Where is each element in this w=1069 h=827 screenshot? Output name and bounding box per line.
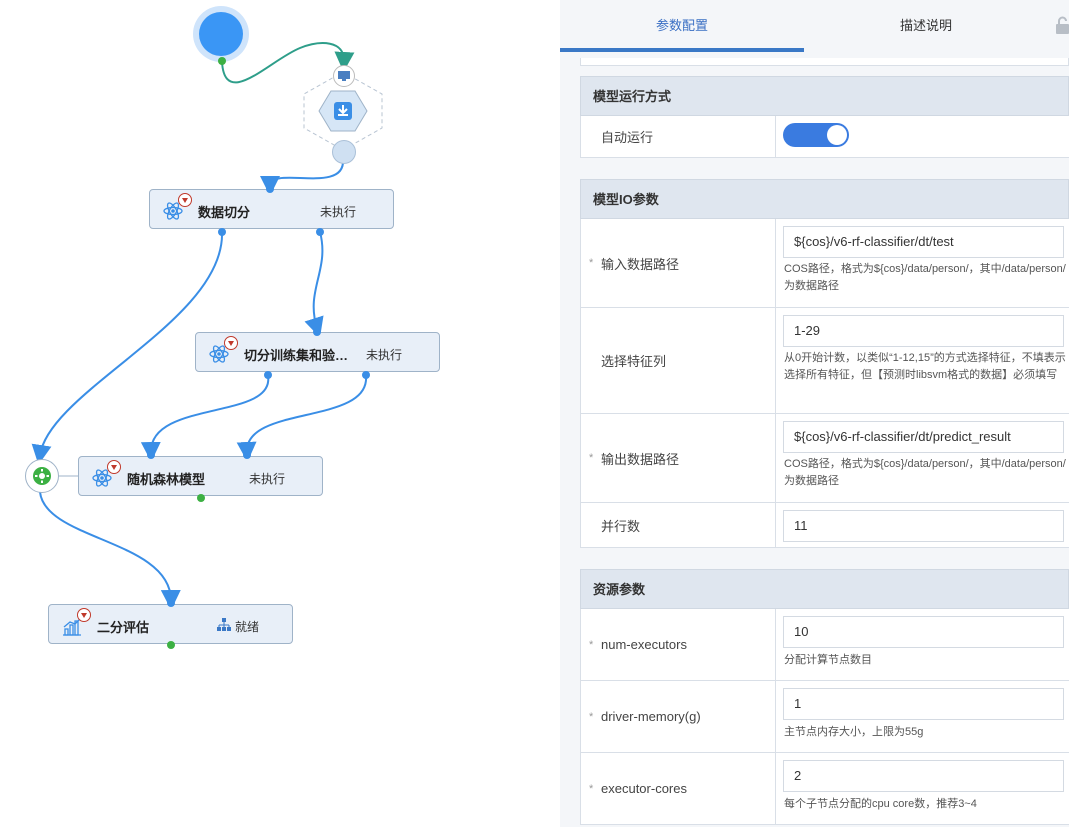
num-executors-field[interactable]: 10 [783,616,1064,648]
executor-cores-hint: 每个子节点分配的cpu core数，推荐3~4 [784,798,977,810]
pipeline-edges [31,42,383,610]
node-title: 切分训练集和验… [244,348,349,363]
input-port[interactable] [313,328,321,336]
parallel-label: 并行数 [601,518,641,534]
monitor-icon [333,65,355,87]
edge-gear-to-eval [39,491,181,610]
required-asterisk: * [589,452,594,464]
tab-params[interactable]: 参数配置 [560,0,804,52]
spark-badge-icon [107,460,121,474]
spark-badge-icon [77,608,91,622]
driver-memory-hint: 主节点内存大小，上限为55g [784,726,924,738]
start-node[interactable] [193,6,249,62]
lock-icon[interactable] [1056,16,1069,39]
row-executor-cores: * executor-cores 2 每个子节点分配的cpu core数，推荐3~… [580,753,1069,825]
num-executors-hint: 分配计算节点数目 [784,654,872,666]
node-random-forest[interactable]: 随机森林模型 未执行 [78,456,323,496]
data-source-output-port[interactable] [332,140,356,164]
parallel-field[interactable]: 11 [783,510,1064,542]
required-asterisk: * [589,710,594,723]
row-input-path: * 输入数据路径 ${cos}/v6-rf-classifier/dt/test … [580,219,1069,308]
node-title: 二分评估 [97,620,150,635]
node-status: 未执行 [366,348,403,362]
output-port[interactable] [167,641,175,649]
executor-cores-field[interactable]: 2 [783,760,1064,792]
node-train-val-split[interactable]: 切分训练集和验… 未执行 [195,332,440,372]
output-port-left[interactable] [218,228,226,236]
input-path-hint: COS路径，格式为${cos}/data/person/，其中/data/per… [784,263,1066,292]
output-path-hint: COS路径，格式为${cos}/data/person/，其中/data/per… [784,458,1066,487]
features-label: 选择特征列 [601,354,667,369]
data-source-node[interactable] [318,90,368,132]
required-asterisk: * [589,638,594,651]
node-title: 随机森林模型 [127,472,206,487]
num-executors-label: num-executors [601,637,687,652]
features-field[interactable]: 1-29 [783,315,1064,347]
required-asterisk: * [589,257,594,269]
row-auto-run: 自动运行 [580,116,1069,158]
toggle-knob [827,125,847,145]
input-port-right[interactable] [243,451,251,459]
input-path-label: 输入数据路径 [601,256,680,272]
node-status: 未执行 [320,205,357,219]
node-binary-eval[interactable]: 二分评估 就绪 [48,604,293,644]
edge-split-to-trainval [304,231,324,338]
section-title: 资源参数 [580,569,1069,609]
output-path-field[interactable]: ${cos}/v6-rf-classifier/dt/predict_resul… [783,421,1064,453]
input-port[interactable] [266,185,274,193]
section-title: 模型IO参数 [580,179,1069,219]
section-run-mode: 模型运行方式 自动运行 [580,76,1069,158]
previous-section-remainder [580,58,1069,66]
tab-description[interactable]: 描述说明 [804,0,1048,52]
output-port[interactable] [197,494,205,502]
auto-run-label: 自动运行 [601,130,654,145]
driver-memory-label: driver-memory(g) [601,709,701,724]
section-title: 模型运行方式 [580,76,1069,116]
features-hint: 从0开始计数，以类似“1-12,15”的方式选择特征，不填表示选择所有特征，但【… [784,352,1066,381]
node-status: 就绪 [235,620,260,634]
input-path-field[interactable]: ${cos}/v6-rf-classifier/dt/test [783,226,1064,258]
download-icon [332,100,354,127]
pipeline-canvas[interactable]: 数据切分 未执行 切分训练集和验… 未执行 随机森林模型 未执行 二分评估 就绪 [0,0,560,827]
row-num-executors: * num-executors 10 分配计算节点数目 [580,609,1069,681]
edge-trainval-to-rf-b [236,375,368,462]
node-title: 数据切分 [198,205,251,220]
sitemap-icon [217,618,231,636]
output-port-right[interactable] [316,228,324,236]
input-port[interactable] [167,599,175,607]
gear-icon [32,466,52,491]
row-features: 选择特征列 1-29 从0开始计数，以类似“1-12,15”的方式选择特征，不填… [580,308,1069,414]
start-output-port[interactable] [218,57,226,65]
active-tab-indicator [560,48,804,52]
output-port-right[interactable] [362,371,370,379]
spark-badge-icon [178,193,192,207]
gear-connector[interactable] [25,459,59,493]
required-asterisk: * [589,782,594,795]
row-driver-memory: * driver-memory(g) 1 主节点内存大小，上限为55g [580,681,1069,753]
spark-badge-icon [224,336,238,350]
driver-memory-field[interactable]: 1 [783,688,1064,720]
output-port-left[interactable] [264,371,272,379]
input-port-left[interactable] [147,451,155,459]
executor-cores-label: executor-cores [601,781,687,796]
row-output-path: * 输出数据路径 ${cos}/v6-rf-classifier/dt/predi… [580,414,1069,503]
auto-run-toggle[interactable] [783,123,849,147]
node-data-split[interactable]: 数据切分 未执行 [149,189,394,229]
parameter-panel: 参数配置 描述说明 模型运行方式 自动运行 模型IO参数 * 输入数据路径 ${c… [560,0,1069,827]
node-status: 未执行 [249,472,286,486]
output-path-label: 输出数据路径 [601,451,680,467]
row-parallel: 并行数 11 [580,503,1069,548]
section-resources: 资源参数 * num-executors 10 分配计算节点数目 * driver-… [580,569,1069,825]
section-io-params: 模型IO参数 * 输入数据路径 ${cos}/v6-rf-classifier/d… [580,179,1069,548]
panel-tabs: 参数配置 描述说明 [560,0,1069,52]
edge-source-to-split [260,159,345,196]
